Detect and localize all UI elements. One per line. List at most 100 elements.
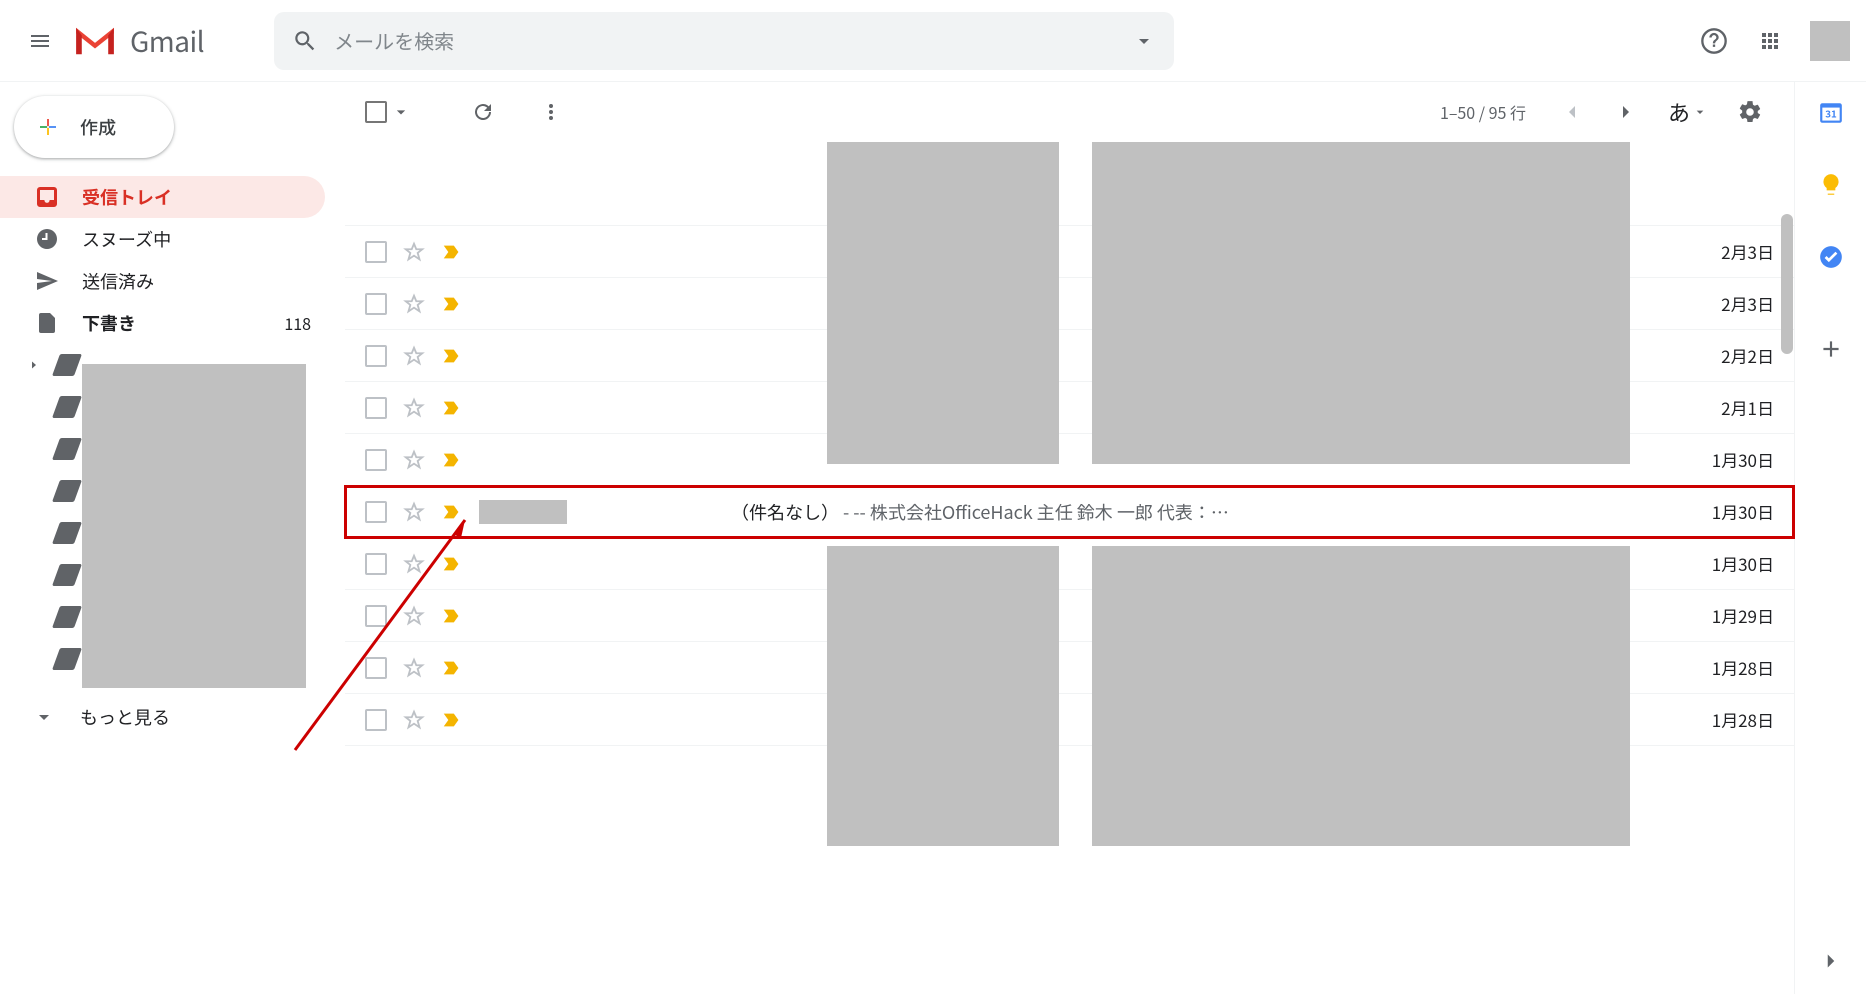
redacted-block: [827, 142, 1059, 464]
star-button[interactable]: [403, 657, 425, 679]
refresh-button[interactable]: [459, 88, 507, 136]
important-button[interactable]: [441, 501, 463, 523]
email-date: 1月28日: [1712, 707, 1774, 732]
compose-button[interactable]: 作成: [14, 96, 174, 158]
row-checkbox[interactable]: [365, 657, 387, 679]
star-button[interactable]: [403, 501, 425, 523]
gmail-text: Gmail: [130, 21, 204, 61]
star-button[interactable]: [403, 397, 425, 419]
important-icon: [441, 657, 463, 679]
star-button[interactable]: [403, 345, 425, 367]
row-checkbox[interactable]: [365, 553, 387, 575]
row-checkbox[interactable]: [365, 345, 387, 367]
email-sender: [479, 500, 731, 524]
nav-more[interactable]: もっと見る: [0, 696, 345, 738]
chevron-left-icon: [1560, 100, 1584, 124]
gear-icon: [1737, 99, 1763, 125]
star-button[interactable]: [403, 553, 425, 575]
next-page-button[interactable]: [1602, 88, 1650, 136]
row-checkbox[interactable]: [365, 605, 387, 627]
important-icon: [441, 345, 463, 367]
row-checkbox[interactable]: [365, 397, 387, 419]
nav-drafts[interactable]: 下書き 118: [0, 302, 325, 344]
important-icon: [441, 397, 463, 419]
refresh-icon: [471, 100, 495, 124]
star-button[interactable]: [403, 709, 425, 731]
gmail-m-icon: [72, 24, 118, 58]
row-checkbox[interactable]: [365, 449, 387, 471]
menu-button[interactable]: [16, 17, 64, 65]
important-button[interactable]: [441, 397, 463, 419]
search-input[interactable]: [334, 26, 1132, 55]
caret-down-icon: [1692, 104, 1708, 120]
star-button[interactable]: [403, 293, 425, 315]
add-app-button[interactable]: [1818, 336, 1844, 362]
apps-icon: [1758, 29, 1782, 53]
email-row[interactable]: （件名なし） - -- 株式会社OfficeHack 主任 鈴木 一郎 代表：……: [345, 486, 1794, 538]
more-vert-icon: [539, 100, 563, 124]
label-icon: [52, 648, 82, 670]
caret-down-icon: [391, 102, 411, 122]
inbox-icon: [34, 184, 60, 210]
important-button[interactable]: [441, 241, 463, 263]
row-checkbox[interactable]: [365, 501, 387, 523]
chevron-right-icon: [1614, 100, 1638, 124]
select-all[interactable]: [365, 101, 411, 123]
star-button[interactable]: [403, 449, 425, 471]
search-bar[interactable]: [274, 12, 1174, 70]
keep-app-button[interactable]: [1818, 172, 1844, 198]
row-checkbox[interactable]: [365, 709, 387, 731]
nav-inbox[interactable]: 受信トレイ: [0, 176, 325, 218]
label-icon: [52, 480, 82, 502]
input-tool-button[interactable]: あ: [1668, 96, 1708, 128]
help-button[interactable]: [1690, 17, 1738, 65]
star-icon: [403, 345, 425, 367]
drafts-count: 118: [284, 311, 311, 335]
important-button[interactable]: [441, 709, 463, 731]
nav-drafts-label: 下書き: [82, 310, 136, 336]
important-icon: [441, 501, 463, 523]
important-button[interactable]: [441, 605, 463, 627]
email-date: 1月30日: [1712, 447, 1774, 472]
search-icon: [292, 28, 318, 54]
settings-button[interactable]: [1726, 88, 1774, 136]
more-button[interactable]: [527, 88, 575, 136]
tasks-app-button[interactable]: [1818, 244, 1844, 270]
important-button[interactable]: [441, 449, 463, 471]
nav-snoozed[interactable]: スヌーズ中: [0, 218, 325, 260]
important-icon: [441, 709, 463, 731]
redacted-sender: [479, 500, 567, 524]
plus-icon: [32, 111, 64, 143]
redacted-block: [1092, 142, 1630, 464]
redacted-block: [827, 546, 1059, 846]
important-button[interactable]: [441, 657, 463, 679]
scrollbar-thumb[interactable]: [1781, 214, 1793, 354]
label-icon: [52, 396, 82, 418]
caret-right-icon: [28, 359, 40, 371]
header: Gmail: [0, 0, 1866, 82]
apps-button[interactable]: [1746, 17, 1794, 65]
email-subject: （件名なし）: [731, 499, 839, 525]
prev-page-button[interactable]: [1548, 88, 1596, 136]
calendar-app-button[interactable]: 31: [1818, 100, 1844, 126]
collapse-panel-button[interactable]: [1818, 948, 1844, 974]
star-icon: [403, 241, 425, 263]
row-checkbox[interactable]: [365, 241, 387, 263]
row-checkbox[interactable]: [365, 293, 387, 315]
drafts-icon: [34, 310, 60, 336]
nav-sent[interactable]: 送信済み: [0, 260, 325, 302]
star-button[interactable]: [403, 241, 425, 263]
important-button[interactable]: [441, 293, 463, 315]
label-icon: [52, 564, 82, 586]
help-icon: [1700, 27, 1728, 55]
email-date: 1月28日: [1712, 655, 1774, 680]
email-date: 2月1日: [1721, 395, 1774, 420]
important-button[interactable]: [441, 345, 463, 367]
important-button[interactable]: [441, 553, 463, 575]
gmail-logo[interactable]: Gmail: [72, 21, 204, 61]
label-icon: [52, 606, 82, 628]
star-button[interactable]: [403, 605, 425, 627]
page-info[interactable]: 1–50 / 95 行: [1440, 100, 1526, 124]
search-dropdown-icon[interactable]: [1132, 29, 1156, 53]
user-avatar[interactable]: [1810, 21, 1850, 61]
